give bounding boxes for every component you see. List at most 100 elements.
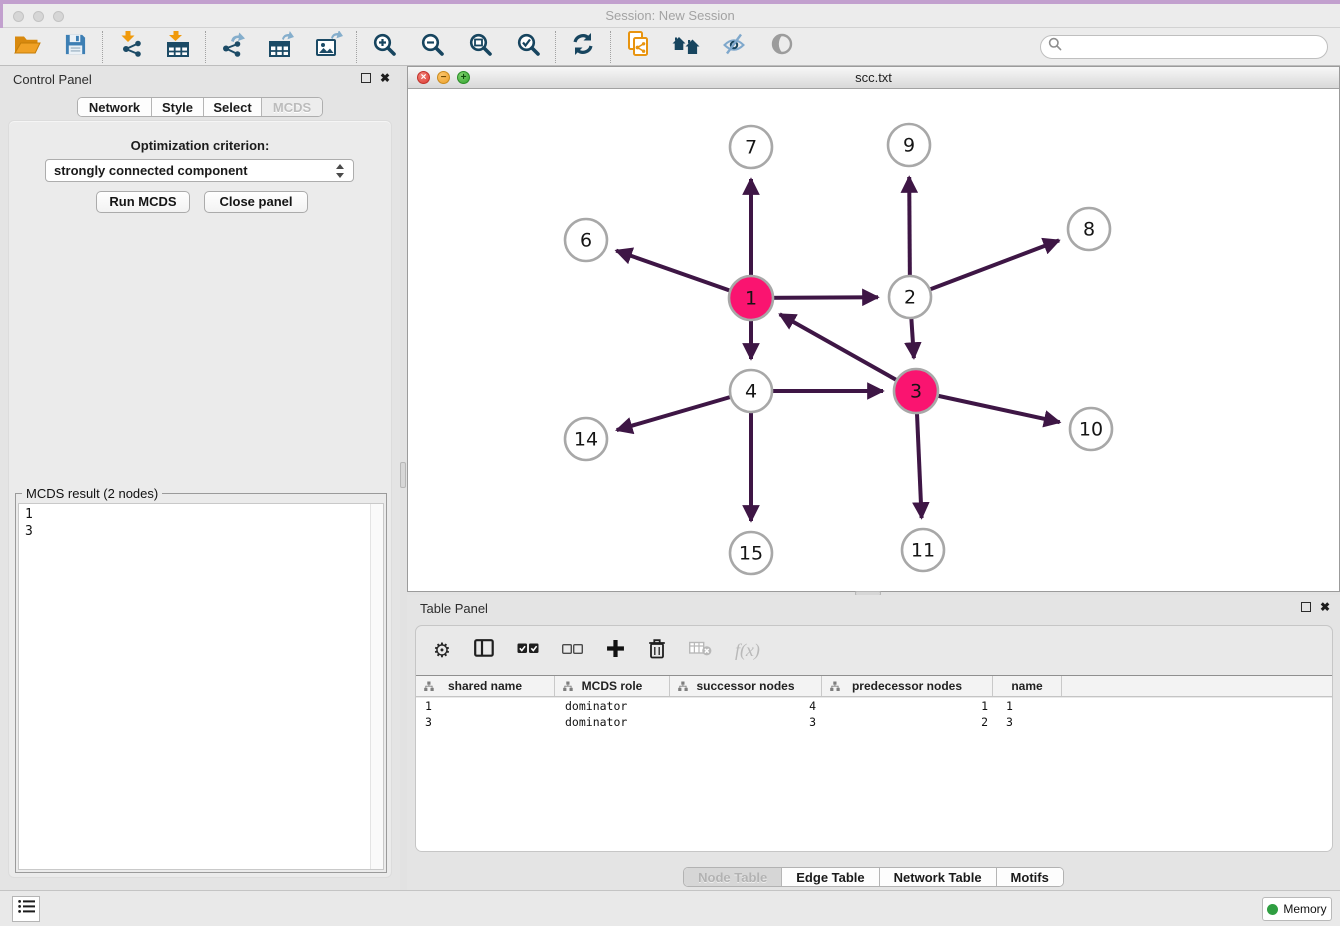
open-session-button[interactable] [13,33,41,61]
function-builder-button: f(x) [735,640,760,661]
table-cell[interactable]: 1 [825,698,997,714]
table-cell[interactable]: 3 [416,714,556,730]
import-table-button[interactable] [164,33,192,61]
application-window: Session: New Session [0,0,1340,926]
mcds-result-text-area[interactable]: 1 3 [18,503,384,870]
memory-button[interactable]: Memory [1262,897,1332,921]
graph-node-9[interactable]: 9 [888,124,930,166]
run-mcds-button[interactable]: Run MCDS [96,191,190,213]
table-toolbar: ⚙ f(x) [416,626,1332,675]
export-table-button[interactable] [267,33,295,61]
vertical-splitter[interactable] [400,66,407,890]
table-panel-header: Table Panel ✖ [407,595,1340,621]
clone-network-button[interactable] [624,33,652,61]
tab-style[interactable]: Style [152,98,204,116]
table-panel: Table Panel ✖ ⚙ f(x) [407,595,1340,890]
show-columns-button[interactable] [474,639,494,662]
table-header-row: shared name MCDS rolesuccessor nodesprede… [416,675,1332,697]
graph-node-11[interactable]: 11 [902,529,944,571]
graph-node-6[interactable]: 6 [565,219,607,261]
table-row[interactable]: 1dominator411 [416,698,1332,714]
mcds-panel: Optimization criterion: strongly connect… [8,120,392,878]
table-settings-button[interactable]: ⚙ [433,641,451,661]
graph-edge-2-8[interactable] [910,240,1059,297]
checked-boxes-icon [517,642,539,660]
tab-edge-table[interactable]: Edge Table [782,868,879,886]
add-column-button[interactable] [606,639,625,663]
close-panel-button[interactable]: Close panel [204,191,308,213]
tab-select[interactable]: Select [204,98,262,116]
main-toolbar [0,28,1340,66]
result-scrollbar[interactable] [370,504,383,869]
export-image-button[interactable] [315,33,343,61]
graph-node-8[interactable]: 8 [1068,208,1110,250]
graph-node-3[interactable]: 3 [894,369,938,413]
mcds-result-title: MCDS result (2 nodes) [22,486,162,501]
deselect-all-button[interactable] [562,642,583,660]
close-panel-icon[interactable]: ✖ [1320,601,1330,613]
select-all-button[interactable] [517,642,539,660]
tab-motifs[interactable]: Motifs [997,868,1063,886]
fx-icon: f(x) [735,640,760,661]
delete-column-button[interactable] [648,638,666,664]
table-cell[interactable]: 3 [997,714,1067,730]
graph-node-4[interactable]: 4 [730,370,772,412]
table-body: 1dominator4113dominator323 [416,698,1332,851]
search-input[interactable] [1066,38,1327,56]
apply-layout-button[interactable] [569,33,597,61]
node-label: 2 [904,287,916,309]
graph-node-7[interactable]: 7 [730,126,772,168]
save-session-button[interactable] [61,33,89,61]
network-canvas[interactable]: 7 9 6 8 1 2 4 3 14 10 15 11 [408,89,1339,591]
hide-selected-button[interactable] [720,33,748,61]
open-folder-icon [14,33,41,61]
show-all-nodes-button[interactable] [672,33,700,61]
table-cell[interactable]: 3 [672,714,825,730]
search-field[interactable] [1040,35,1328,59]
graph-edge-3-1[interactable] [780,314,916,391]
graph-node-15[interactable]: 15 [730,532,772,574]
zoom-fit-button[interactable] [466,33,494,61]
content-area: Control Panel ✖ Network Style Select MCD… [0,66,1340,890]
table-tabs: Node Table Edge Table Network Table Moti… [407,867,1340,887]
table-cell[interactable]: dominator [556,698,672,714]
table-cell[interactable]: dominator [556,714,672,730]
float-panel-icon[interactable] [361,73,371,83]
tab-node-table[interactable]: Node Table [684,868,782,886]
node-label: 14 [574,429,598,451]
node-label: 3 [910,381,922,403]
show-hidden-button[interactable] [768,33,796,61]
task-history-button[interactable] [12,896,40,922]
table-row[interactable]: 3dominator323 [416,714,1332,730]
column-header-3[interactable]: predecessor nodes [822,676,993,696]
memory-label: Memory [1283,902,1326,916]
zoom-out-button[interactable] [418,33,446,61]
criterion-dropdown[interactable]: strongly connected component [45,159,354,182]
float-panel-icon[interactable] [1301,602,1311,612]
zoom-in-icon [372,32,397,62]
memory-status-dot [1267,904,1278,915]
column-label: shared name [448,679,522,693]
tab-network[interactable]: Network [78,98,152,116]
tab-network-table[interactable]: Network Table [880,868,997,886]
table-cell[interactable]: 4 [672,698,825,714]
table-cell[interactable]: 2 [825,714,997,730]
table-cell[interactable]: 1 [997,698,1067,714]
column-header-4[interactable]: name [993,676,1062,696]
tab-mcds[interactable]: MCDS [262,98,322,116]
import-network-button[interactable] [116,33,144,61]
zoom-selected-button[interactable] [514,33,542,61]
graph-node-2[interactable]: 2 [889,276,931,318]
graph-node-10[interactable]: 10 [1070,408,1112,450]
column-header-2[interactable]: successor nodes [670,676,822,696]
graph-node-1[interactable]: 1 [729,276,773,320]
graph-node-14[interactable]: 14 [565,418,607,460]
table-cell[interactable]: 1 [416,698,556,714]
column-header-0[interactable]: shared name [416,676,555,696]
columns-icon [474,639,494,662]
splitter-grip[interactable] [400,462,406,488]
close-panel-icon[interactable]: ✖ [380,72,390,84]
column-header-1[interactable]: MCDS role [555,676,670,696]
zoom-in-button[interactable] [370,33,398,61]
export-network-button[interactable] [219,33,247,61]
